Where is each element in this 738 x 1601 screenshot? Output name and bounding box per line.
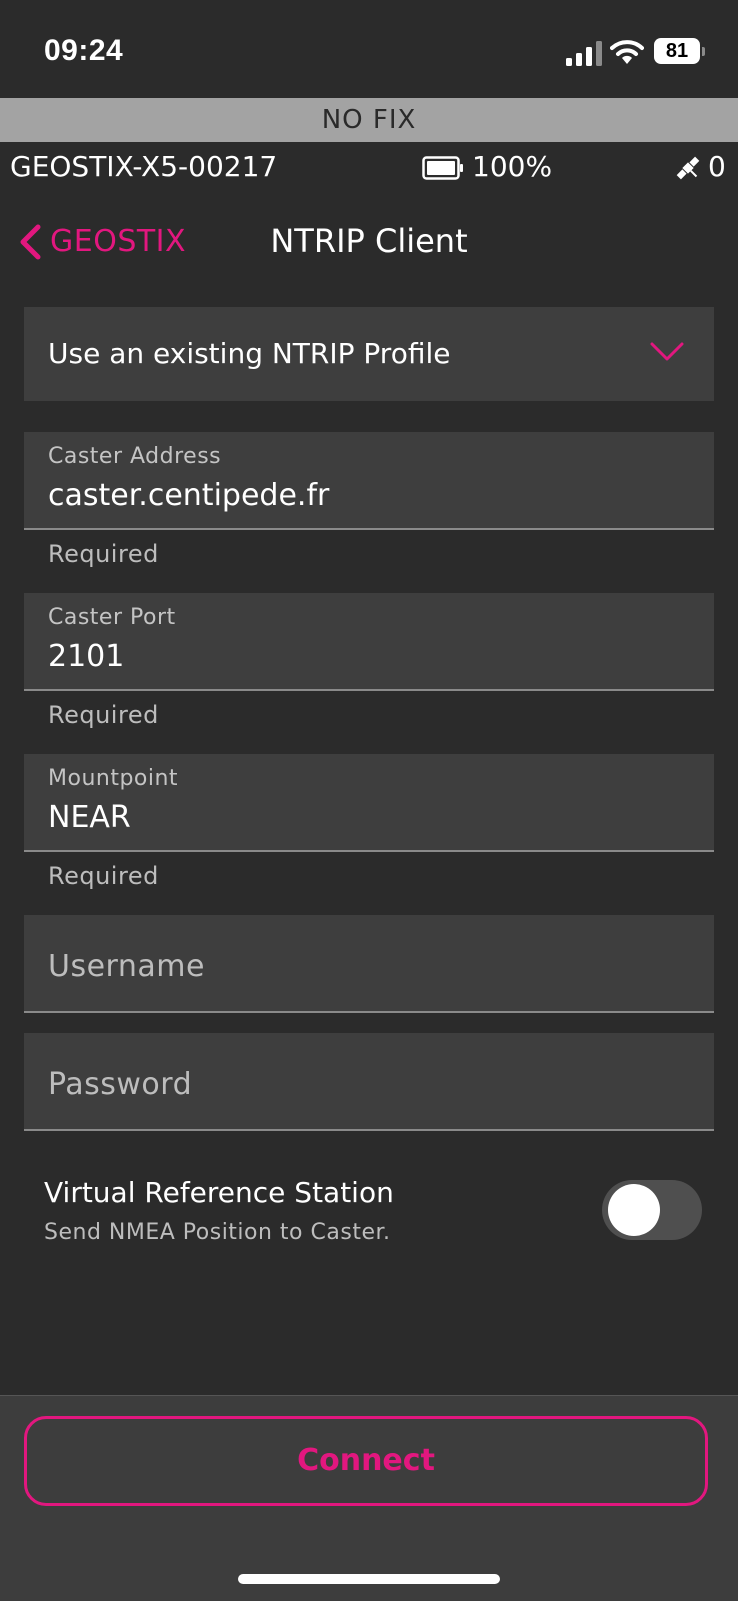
vrs-setting-row: Virtual Reference Station Send NMEA Posi… xyxy=(44,1172,702,1252)
mountpoint-field[interactable]: Mountpoint NEAR xyxy=(24,754,714,852)
toggle-knob xyxy=(608,1184,660,1236)
footer: Connect xyxy=(0,1395,738,1601)
status-time: 09:24 xyxy=(44,34,124,67)
caster-port-helper: Required xyxy=(48,701,159,729)
connect-button[interactable]: Connect xyxy=(24,1416,708,1506)
password-field[interactable]: Password xyxy=(24,1033,714,1131)
caster-port-label: Caster Port xyxy=(48,605,176,630)
caster-address-label: Caster Address xyxy=(48,444,222,469)
caster-port-field[interactable]: Caster Port 2101 xyxy=(24,593,714,691)
satellite-count: 0 xyxy=(708,150,726,183)
status-bar: 09:24 81 xyxy=(0,0,738,98)
username-placeholder: Username xyxy=(48,949,205,984)
caster-address-helper: Required xyxy=(48,540,159,568)
password-placeholder: Password xyxy=(48,1067,193,1102)
signal-icon xyxy=(566,41,602,66)
back-label: GEOSTIX xyxy=(50,224,187,259)
mountpoint-value: NEAR xyxy=(48,800,131,835)
home-indicator[interactable] xyxy=(238,1574,500,1584)
battery-level: 81 xyxy=(654,38,705,64)
username-field[interactable]: Username xyxy=(24,915,714,1013)
nav-bar: NTRIP Client GEOSTIX xyxy=(0,212,738,272)
battery-icon xyxy=(422,156,463,180)
caster-address-value: caster.centipede.fr xyxy=(48,478,330,513)
mountpoint-label: Mountpoint xyxy=(48,766,179,791)
satellite-icon xyxy=(676,156,700,180)
chevron-left-icon xyxy=(20,224,41,260)
profile-select[interactable]: Use an existing NTRIP Profile xyxy=(24,307,714,401)
chevron-down-icon xyxy=(650,342,684,361)
device-battery: 100% xyxy=(472,150,553,183)
fix-status-banner: NO FIX xyxy=(0,98,738,142)
device-info-bar: GEOSTIX-X5-00217 100% 0 xyxy=(0,142,738,194)
mountpoint-helper: Required xyxy=(48,862,159,890)
profile-select-label: Use an existing NTRIP Profile xyxy=(48,337,451,370)
vrs-toggle[interactable] xyxy=(602,1180,702,1240)
vrs-title: Virtual Reference Station xyxy=(44,1176,394,1209)
device-name: GEOSTIX-X5-00217 xyxy=(10,150,278,183)
vrs-subtitle: Send NMEA Position to Caster. xyxy=(44,1220,391,1245)
caster-port-value: 2101 xyxy=(48,639,125,674)
caster-address-field[interactable]: Caster Address caster.centipede.fr xyxy=(24,432,714,530)
wifi-icon xyxy=(610,40,644,64)
